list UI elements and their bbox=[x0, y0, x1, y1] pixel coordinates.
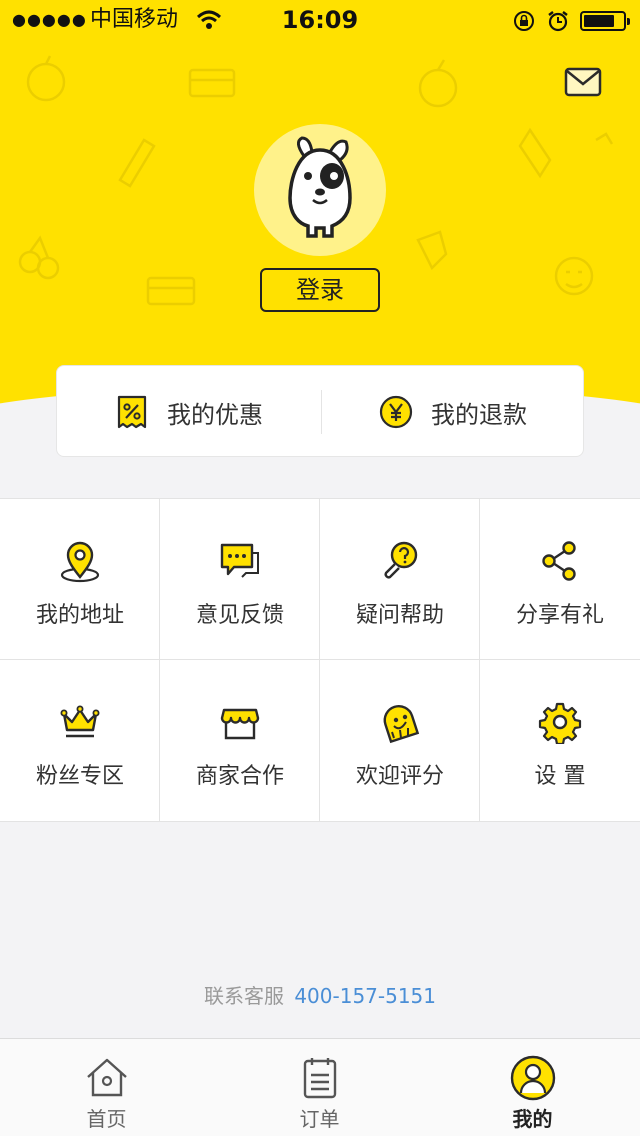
coupon-icon bbox=[117, 395, 147, 429]
tab-bar: 首页 订单 我的 bbox=[0, 1038, 640, 1136]
tab-mine[interactable]: 我的 bbox=[426, 1039, 639, 1136]
order-list-icon bbox=[303, 1058, 337, 1099]
grid-item-settings[interactable]: 设 置 bbox=[480, 660, 640, 821]
grid-label: 设 置 bbox=[534, 764, 586, 789]
quick-actions-card: 我的优惠 我的退款 bbox=[56, 365, 584, 457]
customer-service: 联系客服 400-157-5151 bbox=[0, 980, 640, 1009]
grid-label: 疑问帮助 bbox=[355, 603, 444, 628]
tab-orders[interactable]: 订单 bbox=[213, 1039, 426, 1136]
profile-header: ●●●●● 中国移动 16:09 登录 bbox=[0, 0, 640, 420]
crown-icon bbox=[60, 705, 100, 738]
feature-grid: 我的地址 意见反馈 疑问帮助 分享有礼 粉丝专区 商家合作 欢迎评分 设 置 bbox=[0, 498, 640, 822]
grid-item-rate-us[interactable]: 欢迎评分 bbox=[320, 660, 480, 821]
my-refunds-button[interactable]: 我的退款 bbox=[321, 366, 585, 458]
my-coupons-button[interactable]: 我的优惠 bbox=[57, 366, 321, 458]
grid-item-feedback[interactable]: 意见反馈 bbox=[160, 499, 320, 660]
gear-icon bbox=[538, 702, 582, 744]
tab-label: 首页 bbox=[86, 1107, 127, 1131]
yen-coin-icon bbox=[379, 395, 413, 429]
chat-bubble-icon bbox=[220, 543, 259, 578]
status-bar: ●●●●● 中国移动 16:09 bbox=[0, 0, 640, 40]
grid-item-share[interactable]: 分享有礼 bbox=[480, 499, 640, 660]
mail-icon[interactable] bbox=[564, 66, 602, 98]
grid-label: 商家合作 bbox=[195, 764, 284, 789]
login-button[interactable]: 登录 bbox=[260, 268, 380, 312]
rating-mascot-icon bbox=[383, 705, 420, 744]
clock-time: 16:09 bbox=[281, 6, 359, 34]
tab-home[interactable]: 首页 bbox=[0, 1039, 213, 1136]
grid-item-help[interactable]: 疑问帮助 bbox=[320, 499, 480, 660]
share-icon bbox=[542, 541, 576, 581]
tab-label: 我的 bbox=[512, 1107, 553, 1131]
grid-item-my-address[interactable]: 我的地址 bbox=[0, 499, 160, 660]
location-pin-icon bbox=[60, 541, 100, 583]
my-coupons-label: 我的优惠 bbox=[167, 400, 263, 429]
alarm-icon bbox=[548, 11, 568, 32]
home-icon bbox=[87, 1058, 127, 1097]
customer-service-phone-link[interactable]: 400-157-5151 bbox=[294, 984, 436, 1008]
grid-label: 分享有礼 bbox=[515, 603, 604, 628]
battery-level bbox=[584, 15, 615, 27]
grid-label: 粉丝专区 bbox=[35, 764, 124, 789]
profile-icon bbox=[510, 1055, 556, 1101]
my-refunds-label: 我的退款 bbox=[431, 400, 527, 429]
help-lightbulb-icon bbox=[384, 541, 418, 579]
grid-item-merchant[interactable]: 商家合作 bbox=[160, 660, 320, 821]
grid-label: 意见反馈 bbox=[195, 603, 284, 628]
storefront-icon bbox=[220, 708, 260, 740]
rotation-lock-icon bbox=[514, 11, 534, 31]
avatar[interactable] bbox=[254, 124, 386, 256]
tab-label: 订单 bbox=[299, 1107, 340, 1131]
grid-label: 我的地址 bbox=[35, 603, 124, 628]
customer-service-label: 联系客服 bbox=[203, 984, 284, 1008]
grid-label: 欢迎评分 bbox=[355, 764, 444, 789]
dog-mascot-icon bbox=[288, 136, 352, 238]
battery-icon bbox=[580, 11, 630, 31]
grid-item-fans-zone[interactable]: 粉丝专区 bbox=[0, 660, 160, 821]
